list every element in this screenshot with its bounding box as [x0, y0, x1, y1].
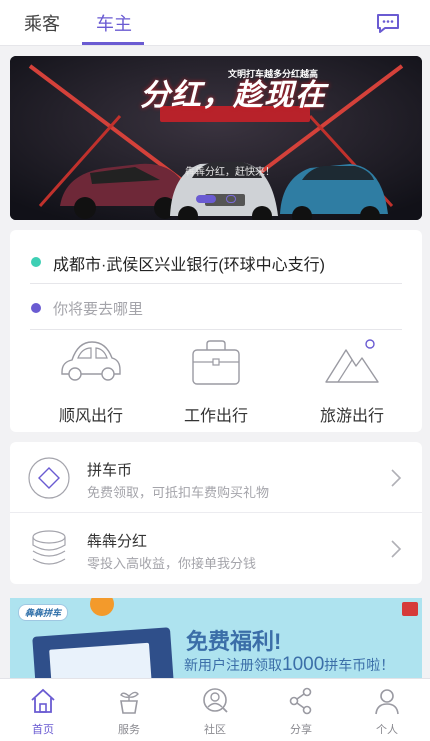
nav-label: 分享	[290, 724, 312, 736]
list-item-title: 拼车币	[87, 462, 133, 479]
chevron-right-icon	[391, 540, 402, 558]
new-user-promo-banner[interactable]: 犇犇拼车 免费福利! 新用户注册领取1000拼车币啦！	[10, 598, 422, 678]
trip-type-rideshare[interactable]: 顺风出行	[36, 336, 146, 426]
list-item-subtitle: 免费领取，可抵扣车费购买礼物	[87, 485, 270, 500]
promo-carousel-banner[interactable]: 分红，趁现在 文明打车越多分红越高 犇犇分红，赶快来！	[10, 56, 422, 220]
origin-text: 成都市·武侯区兴业银行(环球中心支行)	[53, 257, 325, 274]
list-item-dividend[interactable]: 犇犇分红 零投入高收益，你接单我分钱	[10, 513, 422, 584]
active-tab-indicator	[82, 42, 144, 45]
promo-subtitle: 新用户注册领取1000拼车币啦！	[184, 654, 394, 676]
route-card: 成都市·武侯区兴业银行(环球中心支行) 你将要去哪里 顺风出行 工作出行 旅游出…	[10, 230, 422, 432]
coin-diamond-icon	[28, 457, 70, 499]
plant-pot-icon	[120, 691, 139, 714]
list-item-carpool-coin[interactable]: 拼车币 免费领取，可抵扣车费购买礼物	[10, 442, 422, 513]
nav-label: 社区	[204, 724, 226, 736]
coin-stack-icon	[32, 530, 66, 565]
chat-bubble-icon[interactable]	[376, 14, 400, 34]
briefcase-icon	[192, 340, 240, 385]
community-search-icon	[203, 688, 228, 713]
share-icon	[289, 687, 312, 715]
nav-label: 首页	[32, 724, 54, 736]
chevron-right-icon	[391, 469, 402, 487]
tab-driver[interactable]: 车主	[96, 10, 132, 36]
banner-subheadline: 文明打车越多分红越高	[228, 69, 319, 79]
gift-box-icon	[402, 602, 418, 616]
bottom-navigation: 首页 服务 社区 分享 个人	[0, 678, 430, 741]
nav-home[interactable]: 首页	[0, 679, 86, 741]
promo-sub-suffix: 拼车币啦！	[324, 657, 395, 673]
trip-type-label: 旅游出行	[319, 408, 384, 425]
nav-share[interactable]: 分享	[258, 679, 344, 741]
trip-type-label: 工作出行	[183, 408, 248, 425]
carousel-dot[interactable]	[226, 195, 236, 203]
origin-field[interactable]: 成都市·武侯区兴业银行(环球中心支行)	[30, 238, 402, 284]
destination-field[interactable]: 你将要去哪里	[30, 284, 402, 330]
nav-label: 服务	[118, 724, 140, 736]
promo-sub-prefix: 新用户注册领取	[184, 657, 282, 673]
trip-type-travel[interactable]: 旅游出行	[297, 336, 407, 426]
tab-passenger[interactable]: 乘客	[24, 10, 60, 36]
destination-placeholder: 你将要去哪里	[53, 301, 144, 318]
promo-logo: 犇犇拼车	[18, 604, 69, 621]
sun-decoration	[90, 598, 114, 616]
mountain-icon	[325, 339, 379, 383]
nav-profile[interactable]: 个人	[344, 679, 430, 741]
origin-dot-icon	[31, 257, 41, 267]
promo-sub-amount: 1000	[282, 654, 325, 675]
feature-list-card: 拼车币 免费领取，可抵扣车费购买礼物 犇犇分红 零投入高收益，你接单我分钱	[10, 442, 422, 584]
car-icon	[61, 341, 121, 381]
carousel-dot-active[interactable]	[196, 195, 216, 203]
list-item-subtitle: 零投入高收益，你接单我分钱	[87, 556, 257, 571]
nav-community[interactable]: 社区	[172, 679, 258, 741]
top-tab-bar: 乘客 车主	[0, 0, 430, 46]
nav-label: 个人	[376, 724, 398, 736]
home-icon	[31, 688, 55, 713]
list-item-title: 犇犇分红	[87, 533, 148, 550]
banner-slogan: 犇犇分红，赶快来！	[185, 167, 275, 178]
nav-service[interactable]: 服务	[86, 679, 172, 741]
trip-type-work[interactable]: 工作出行	[161, 336, 271, 426]
person-icon	[375, 689, 399, 715]
destination-dot-icon	[31, 303, 41, 313]
app-root: 乘客 车主 分红，趁现在 文明打车越多分红越高 犇犇分红，赶快来！ 成都市·武侯…	[0, 0, 430, 741]
promo-billboard	[32, 627, 174, 678]
promo-billboard-screen	[49, 642, 152, 678]
promo-title: 免费福利!	[186, 629, 282, 654]
trip-type-label: 顺风出行	[58, 408, 123, 425]
